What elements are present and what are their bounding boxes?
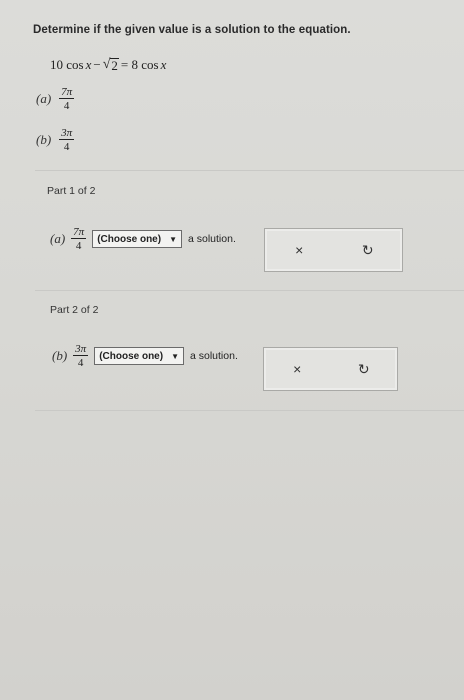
option-a-denominator: 4 [63,100,70,112]
chevron-down-icon: ▼ [171,351,179,361]
part-1-numerator: 7π [71,226,87,239]
option-b-numerator: 3π [59,127,75,140]
option-b: (b) 3π 4 [36,127,75,153]
part-2-label: (b) [52,348,68,363]
eq-right-var: x [160,57,167,72]
part-2-numerator: 3π [73,343,89,356]
part-1-action-box: × ↻ [264,228,403,272]
reset-icon[interactable]: ↻ [358,242,378,259]
radical-icon: √ [102,57,111,72]
part-2-select-value: (Choose one) [99,350,164,362]
sqrt-symbol: √ 2 [103,57,119,73]
eq-radicand: 2 [110,58,119,73]
option-a: (a) 7π 4 [36,86,75,112]
equation: 10 cos x − √ 2 = 8 cos x [50,57,166,73]
divider [35,290,464,291]
part-1-fraction: 7π 4 [71,226,87,252]
part-2-suffix: a solution. [190,350,238,362]
option-a-numerator: 7π [59,86,75,99]
close-icon[interactable]: × [287,361,307,377]
part-2-denominator: 4 [77,357,84,369]
divider [35,410,464,411]
question-prompt: Determine if the given value is a soluti… [33,24,351,36]
part-1-select[interactable]: (Choose one) ▼ [92,230,182,248]
part-1-label: (a) [50,231,66,246]
part-2-title: Part 2 of 2 [50,304,99,316]
part-1-answer-row: (a) 7π 4 (Choose one) ▼ a solution. [50,226,236,252]
divider [35,170,464,171]
part-2-select[interactable]: (Choose one) ▼ [94,347,184,365]
option-b-label: (b) [36,132,52,147]
part-2-answer-row: (b) 3π 4 (Choose one) ▼ a solution. [52,343,238,369]
option-b-fraction: 3π 4 [59,127,75,153]
part-1-suffix: a solution. [188,233,236,245]
part-1-denominator: 4 [75,240,82,252]
part-2-action-box: × ↻ [263,347,398,391]
option-a-label: (a) [36,91,52,106]
eq-minus: − [93,57,101,72]
part-1-title: Part 1 of 2 [47,185,96,197]
problem-page: Determine if the given value is a soluti… [0,0,464,700]
part-1-select-value: (Choose one) [97,233,162,245]
eq-left-coef: 10 cos [50,57,84,72]
close-icon[interactable]: × [289,242,309,258]
eq-equals: = 8 cos [120,57,159,72]
chevron-down-icon: ▼ [169,234,177,244]
reset-icon[interactable]: ↻ [354,361,374,378]
option-b-denominator: 4 [63,141,70,153]
option-a-fraction: 7π 4 [59,86,75,112]
eq-left-var: x [85,57,92,72]
part-2-fraction: 3π 4 [73,343,89,369]
